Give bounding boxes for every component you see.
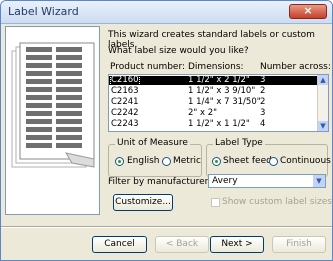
continuous-label: Continuous	[280, 156, 331, 166]
chevron-down-icon[interactable]: ▼	[313, 175, 325, 187]
metric-radio[interactable]	[162, 157, 171, 166]
cell-number-across: 2	[260, 86, 266, 96]
title-bar: Label Wizard ×	[1, 1, 332, 24]
back-button[interactable]: < Back	[155, 236, 209, 253]
cell-product-number: C2160	[110, 75, 140, 86]
show-custom-sizes-checkbox[interactable]	[211, 198, 220, 207]
table-row[interactable]: C2242 2" x 2" 3	[109, 108, 317, 118]
header-dimensions: Dimensions:	[188, 62, 244, 72]
show-custom-sizes-label: Show custom label sizes	[222, 197, 332, 207]
label-size-list[interactable]: C2160 1 1/2" x 2 1/2" 3 C2163 1 1/2" x 3…	[108, 74, 329, 132]
table-row[interactable]: C2163 1 1/2" x 3 9/10" 2	[109, 86, 317, 96]
cell-dimensions: 1 1/2" x 2 1/2"	[188, 75, 250, 85]
manufacturer-select[interactable]: Avery ▼	[208, 174, 326, 188]
close-icon: ×	[303, 4, 313, 17]
cell-number-across: 3	[260, 108, 266, 118]
english-radio[interactable]	[115, 157, 124, 166]
label-preview	[5, 26, 100, 215]
cell-dimensions: 1 1/4" x 7 31/50"	[188, 97, 261, 107]
scroll-down-icon[interactable]: ▼	[318, 121, 328, 131]
cancel-button[interactable]: Cancel	[92, 236, 147, 253]
table-row[interactable]: C2241 1 1/4" x 7 31/50" 2	[109, 97, 317, 107]
list-scrollbar[interactable]: ▲ ▼	[317, 75, 328, 131]
label-type-label: Label Type	[213, 138, 265, 148]
table-row[interactable]: C2160 1 1/2" x 2 1/2" 3	[109, 75, 317, 86]
finish-button[interactable]: Finish	[272, 236, 326, 253]
label-type-group: Label Type Sheet feed Continuous	[206, 138, 331, 177]
cell-dimensions: 2" x 2"	[188, 108, 218, 118]
cell-number-across: 3	[260, 75, 266, 85]
header-number-across: Number across:	[260, 62, 331, 72]
sheet-feed-label: Sheet feed	[223, 156, 272, 166]
header-product-number: Product number:	[110, 62, 186, 72]
unit-of-measure-label: Unit of Measure	[115, 138, 190, 148]
dialog-body: This wizard creates standard labels or c…	[1, 24, 332, 260]
customize-button[interactable]: Customize...	[113, 194, 173, 211]
button-divider	[1, 226, 332, 228]
window-title: Label Wizard	[8, 5, 79, 18]
close-button[interactable]: ×	[289, 4, 327, 19]
next-button[interactable]: Next >	[210, 236, 264, 253]
cell-product-number: C2241	[111, 97, 139, 107]
cell-number-across: 4	[260, 119, 266, 129]
table-row[interactable]: C2243 1 1/2" x 1 1/2" 4	[109, 119, 317, 129]
cell-product-number: C2243	[111, 119, 139, 129]
cell-product-number: C2242	[111, 108, 139, 118]
continuous-radio[interactable]	[269, 157, 278, 166]
filter-label: Filter by manufacturer:	[108, 177, 212, 187]
label-sheet-illustration	[11, 42, 95, 168]
manufacturer-value: Avery	[212, 176, 238, 186]
cell-product-number: C2163	[111, 86, 139, 96]
sheet-feed-radio[interactable]	[212, 157, 221, 166]
cell-dimensions: 1 1/2" x 1 1/2"	[188, 119, 250, 129]
unit-of-measure-group: Unit of Measure English Metric	[108, 138, 202, 177]
scroll-up-icon[interactable]: ▲	[318, 75, 328, 85]
label-wizard-window: Label Wizard × This wizard creates stand…	[0, 0, 333, 261]
cell-dimensions: 1 1/2" x 3 9/10"	[188, 86, 256, 96]
size-question: What label size would you like?	[108, 46, 249, 56]
cell-number-across: 2	[260, 97, 266, 107]
metric-label: Metric	[173, 156, 201, 166]
english-label: English	[127, 156, 160, 166]
